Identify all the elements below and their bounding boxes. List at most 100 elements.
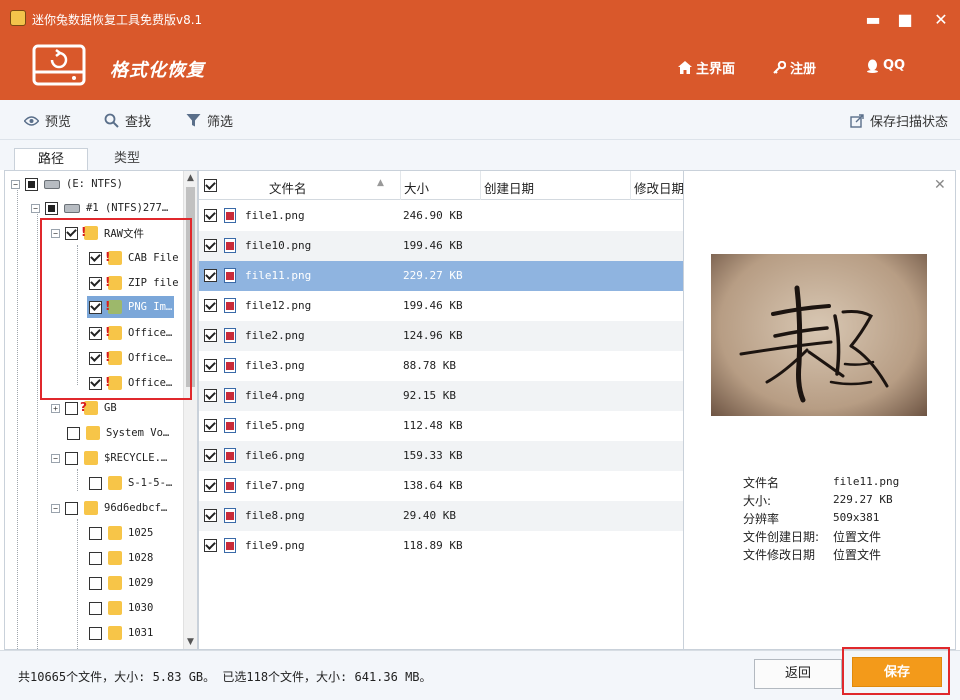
tree-checkbox[interactable] (89, 376, 102, 390)
tree-checkbox[interactable] (89, 551, 102, 565)
expand-toggle[interactable]: + (51, 403, 60, 413)
file-checkbox[interactable] (204, 269, 217, 282)
tree-node[interactable]: 1029 (89, 572, 153, 594)
filter-button[interactable]: 筛选 (186, 111, 233, 130)
tree-checkbox[interactable] (45, 201, 58, 215)
save-scan-state-button[interactable]: 保存扫描状态 (850, 111, 948, 130)
save-button[interactable]: 保存 (852, 657, 942, 687)
tree-checkbox[interactable] (89, 526, 102, 540)
tree-checkbox[interactable] (89, 576, 102, 590)
folder-tree-panel[interactable]: − (E: NTFS) − #1 (NTFS)277… − RAW文件 CAB … (4, 170, 198, 650)
tree-node[interactable]: Office… (89, 322, 172, 344)
tree-node[interactable]: 1028 (89, 547, 153, 569)
column-header-name[interactable]: 文件名 (269, 178, 307, 197)
tree-node[interactable]: ZIP file (89, 272, 179, 294)
tree-checkbox[interactable] (89, 326, 102, 340)
file-row[interactable]: file8.png 29.40 KB (199, 501, 683, 531)
select-all-checkbox[interactable] (204, 179, 217, 192)
nav-home-label: 主界面 (696, 62, 736, 77)
file-row[interactable]: file7.png 138.64 KB (199, 471, 683, 501)
tree-node[interactable]: Office… (89, 372, 172, 394)
tree-checkbox[interactable] (89, 251, 102, 265)
tree-node-label: 96d6edbcf… (104, 502, 168, 514)
collapse-toggle[interactable]: − (51, 453, 60, 463)
tree-node-selected[interactable]: PNG Im… (87, 296, 175, 318)
nav-qq-button[interactable]: QQ (866, 58, 905, 73)
file-checkbox[interactable] (204, 209, 217, 222)
file-row[interactable]: file6.png 159.33 KB (199, 441, 683, 471)
scroll-thumb[interactable] (186, 187, 195, 387)
collapse-toggle[interactable]: − (51, 503, 60, 513)
nav-register-button[interactable]: 注册 (773, 58, 816, 77)
tree-node[interactable]: CAB File (89, 247, 179, 269)
file-row[interactable]: file2.png 124.96 KB (199, 321, 683, 351)
tab-type[interactable]: 类型 (90, 148, 164, 170)
tree-node[interactable]: − $RECYCLE.… (51, 447, 167, 469)
tree-node[interactable]: Office… (89, 347, 172, 369)
tree-node[interactable]: + GB (51, 397, 117, 419)
tree-checkbox[interactable] (89, 351, 102, 365)
collapse-toggle[interactable]: − (31, 203, 40, 213)
tree-checkbox[interactable] (89, 476, 102, 490)
tree-checkbox[interactable] (65, 501, 78, 515)
tree-checkbox[interactable] (89, 601, 102, 615)
file-list-panel[interactable]: 文件名 ▲ 大小 创建日期 修改日期 file1.png 246.90 KB f… (198, 170, 684, 650)
file-checkbox[interactable] (204, 479, 217, 492)
file-checkbox[interactable] (204, 389, 217, 402)
scroll-up-arrow-icon[interactable]: ▲ (184, 171, 197, 185)
find-button[interactable]: 查找 (104, 111, 151, 130)
file-row[interactable]: file3.png 88.78 KB (199, 351, 683, 381)
tab-path[interactable]: 路径 (14, 148, 88, 170)
preview-button[interactable]: 预览 (24, 111, 71, 130)
tree-checkbox[interactable] (89, 276, 102, 290)
tree-checkbox[interactable] (89, 626, 102, 640)
column-header-modified[interactable]: 修改日期 (634, 178, 683, 197)
scroll-down-arrow-icon[interactable]: ▼ (184, 635, 197, 649)
file-checkbox[interactable] (204, 239, 217, 252)
file-row[interactable]: file5.png 112.48 KB (199, 411, 683, 441)
tree-node[interactable]: − 96d6edbcf… (51, 497, 167, 519)
tree-node[interactable]: S-1-5-… (89, 472, 172, 494)
recovery-mode-title: 格式化恢复 (110, 60, 205, 81)
tree-node[interactable]: 1031 (89, 622, 153, 644)
tree-node[interactable]: 1030 (89, 597, 153, 619)
tree-checkbox[interactable] (67, 426, 80, 440)
file-checkbox[interactable] (204, 329, 217, 342)
file-checkbox[interactable] (204, 419, 217, 432)
column-header-size[interactable]: 大小 (404, 178, 429, 197)
tree-checkbox[interactable] (65, 401, 78, 415)
file-row-selected[interactable]: file11.png 229.27 KB (199, 261, 683, 291)
maximize-button[interactable]: ■ (894, 8, 916, 30)
tree-node[interactable]: System Vo… (67, 422, 169, 444)
tree-node[interactable]: 1025 (89, 522, 153, 544)
toolbar: 预览 查找 筛选 保存扫描状态 (0, 100, 960, 140)
file-checkbox[interactable] (204, 539, 217, 552)
file-row[interactable]: file12.png 199.46 KB (199, 291, 683, 321)
file-checkbox[interactable] (204, 449, 217, 462)
close-preview-button[interactable]: ✕ (934, 177, 946, 193)
file-checkbox[interactable] (204, 359, 217, 372)
tree-checkbox[interactable] (25, 177, 38, 191)
collapse-toggle[interactable]: − (11, 179, 20, 189)
file-checkbox[interactable] (204, 299, 217, 312)
tree-checkbox[interactable] (65, 226, 78, 240)
nav-home-button[interactable]: 主界面 (678, 58, 735, 77)
tree-scrollbar[interactable]: ▲ ▼ (183, 171, 197, 649)
file-row[interactable]: file1.png 246.90 KB (199, 201, 683, 231)
back-button[interactable]: 返回 (754, 659, 842, 689)
tree-node[interactable]: − RAW文件 (51, 222, 144, 244)
sort-up-icon[interactable]: ▲ (377, 178, 384, 188)
tree-node[interactable]: − (E: NTFS) (11, 173, 123, 195)
tree-checkbox[interactable] (65, 451, 78, 465)
file-row[interactable]: file4.png 92.15 KB (199, 381, 683, 411)
file-size: 118.89 KB (403, 539, 463, 552)
tree-node[interactable]: − #1 (NTFS)277… (31, 197, 168, 219)
column-header-created[interactable]: 创建日期 (484, 178, 534, 197)
tree-checkbox[interactable] (89, 300, 102, 314)
file-row[interactable]: file10.png 199.46 KB (199, 231, 683, 261)
minimize-button[interactable]: ▬ (862, 8, 884, 30)
file-row[interactable]: file9.png 118.89 KB (199, 531, 683, 561)
close-window-button[interactable]: ✕ (930, 8, 952, 30)
collapse-toggle[interactable]: − (51, 228, 60, 238)
file-checkbox[interactable] (204, 509, 217, 522)
